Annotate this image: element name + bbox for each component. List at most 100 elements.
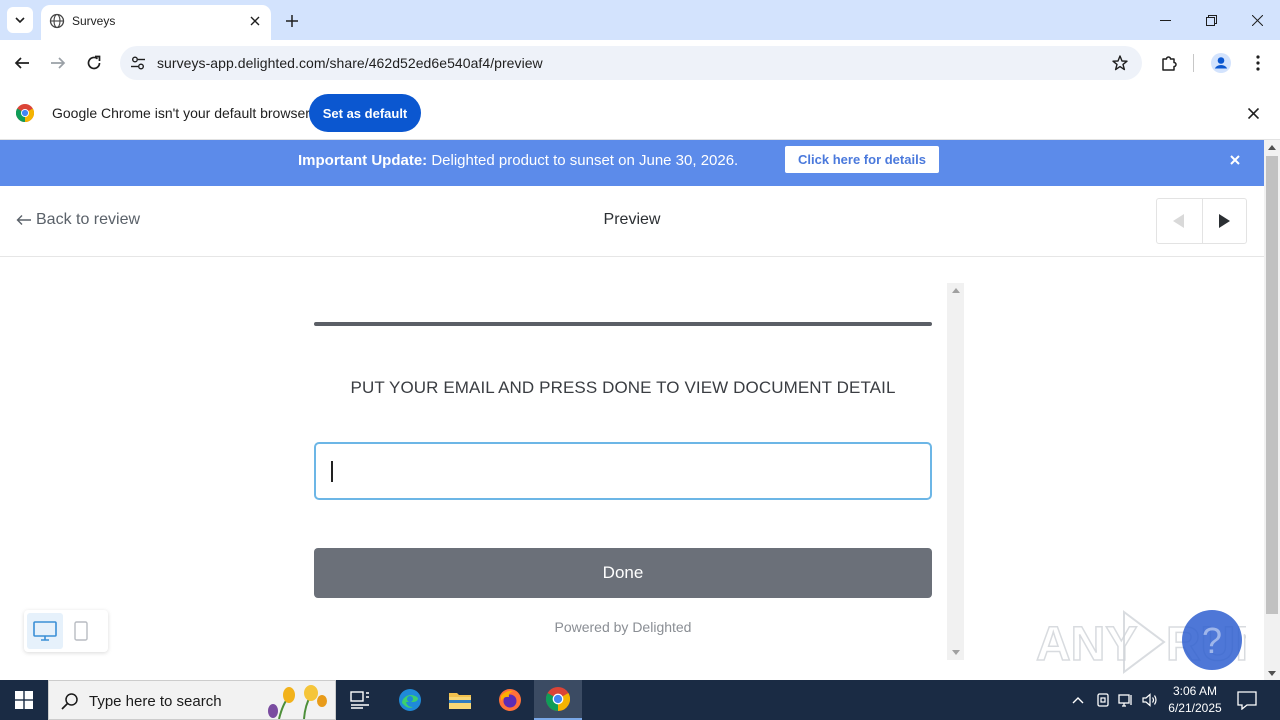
device-toggle — [24, 610, 108, 652]
chrome-logo-icon — [16, 104, 34, 122]
star-icon — [1112, 55, 1128, 71]
browser-tab[interactable]: Surveys — [41, 5, 271, 40]
set-as-default-button[interactable]: Set as default — [309, 94, 421, 132]
banner-close-button[interactable] — [1227, 152, 1243, 168]
extensions-button[interactable] — [1155, 49, 1183, 77]
device-icon — [1097, 693, 1109, 707]
close-icon — [1247, 107, 1259, 119]
task-view-icon — [350, 691, 369, 709]
windows-taskbar: Type here to search 3:06 AM 6/21/2025 — [0, 680, 1280, 720]
tab-close-button[interactable] — [245, 11, 265, 31]
triangle-left-icon — [1173, 214, 1185, 228]
forward-button[interactable] — [44, 49, 72, 77]
tune-icon — [131, 56, 145, 70]
taskbar-search-box[interactable]: Type here to search — [48, 680, 336, 720]
menu-button[interactable] — [1244, 49, 1272, 77]
scrollbar-thumb[interactable] — [1266, 156, 1278, 614]
email-input[interactable] — [314, 442, 932, 500]
page-scrollbar[interactable] — [1264, 140, 1280, 680]
close-icon — [250, 16, 260, 26]
mobile-icon — [74, 621, 88, 641]
edge-icon — [399, 689, 421, 711]
network-button[interactable] — [1118, 692, 1134, 708]
svg-text:ANY: ANY — [1036, 618, 1137, 671]
url-text: surveys-app.delighted.com/share/462d52ed… — [157, 55, 543, 71]
notifications-button[interactable] — [1236, 690, 1258, 711]
new-tab-button[interactable] — [280, 9, 304, 33]
more-vert-icon — [1256, 55, 1260, 71]
restore-icon — [1205, 14, 1217, 26]
chevron-down-icon — [15, 17, 25, 24]
next-question-button[interactable] — [1201, 199, 1247, 243]
anyrun-watermark: ANY RUN ? — [1036, 610, 1246, 674]
powered-by-link[interactable]: Powered by Delighted — [314, 619, 932, 635]
banner-bold: Important Update: — [298, 152, 428, 169]
desktop-preview-button[interactable] — [27, 613, 63, 649]
address-bar[interactable]: surveys-app.delighted.com/share/462d52ed… — [120, 46, 1142, 80]
meet-now-button[interactable] — [1095, 692, 1111, 708]
windows-logo-icon — [15, 691, 33, 709]
reload-icon — [87, 55, 101, 70]
back-button[interactable] — [8, 49, 36, 77]
close-icon — [1230, 155, 1240, 165]
arrow-right-icon — [51, 57, 66, 69]
plus-icon — [286, 15, 298, 27]
firefox-icon — [499, 689, 521, 711]
arrow-left-icon — [14, 57, 29, 69]
page-viewport: Important Update: Delighted product to s… — [0, 140, 1280, 680]
edge-taskbar-button[interactable] — [386, 680, 434, 720]
scroll-down-icon — [1268, 671, 1276, 676]
taskbar-clock[interactable]: 3:06 AM 6/21/2025 — [1166, 683, 1224, 717]
chrome-taskbar-button[interactable] — [534, 680, 582, 720]
chrome-icon — [546, 687, 570, 711]
puzzle-icon — [1162, 56, 1177, 71]
file-explorer-taskbar-button[interactable] — [436, 680, 484, 720]
restore-button[interactable] — [1188, 6, 1234, 34]
notification-icon — [1237, 691, 1257, 711]
browser-toolbar: surveys-app.delighted.com/share/462d52ed… — [0, 40, 1280, 86]
banner-message: Delighted product to sunset on June 30, … — [427, 152, 739, 169]
tab-title: Surveys — [72, 14, 116, 28]
tab-search-button[interactable] — [7, 7, 33, 33]
minimize-button[interactable] — [1142, 6, 1188, 34]
infobar-close-button[interactable] — [1244, 104, 1262, 122]
search-icon — [61, 693, 78, 710]
profile-icon — [1211, 53, 1231, 73]
survey-progress-bar — [314, 322, 932, 326]
window-close-button[interactable] — [1234, 6, 1280, 34]
preview-header: Back to review Preview — [0, 186, 1264, 257]
network-icon — [1118, 694, 1132, 707]
scroll-up-icon — [952, 288, 960, 293]
triangle-right-icon — [1219, 214, 1231, 228]
firefox-taskbar-button[interactable] — [486, 680, 534, 720]
site-info-button[interactable] — [128, 53, 148, 73]
clock-time: 3:06 AM — [1172, 684, 1218, 698]
taskbar-search-placeholder: Type here to search — [89, 693, 222, 710]
profile-button[interactable] — [1207, 49, 1235, 77]
details-button[interactable]: Click here for details — [785, 146, 939, 173]
chevron-up-icon — [1072, 697, 1084, 704]
close-icon — [1251, 14, 1263, 26]
volume-button[interactable] — [1142, 692, 1158, 708]
speaker-icon — [1142, 693, 1157, 707]
sunset-banner: Important Update: Delighted product to s… — [0, 140, 1264, 186]
survey-frame-scrollbar[interactable] — [947, 283, 964, 660]
task-view-button[interactable] — [336, 680, 384, 720]
bookmark-button[interactable] — [1110, 53, 1130, 73]
reload-button[interactable] — [80, 49, 108, 77]
question-pager — [1156, 198, 1247, 244]
mobile-preview-button[interactable] — [63, 613, 99, 649]
default-browser-infobar: Google Chrome isn't your default browser… — [0, 86, 1280, 140]
minimize-icon — [1159, 19, 1171, 21]
start-button[interactable] — [0, 680, 48, 720]
previous-question-button[interactable] — [1157, 199, 1202, 243]
done-button[interactable]: Done — [314, 548, 932, 598]
scroll-up-icon — [1268, 145, 1276, 150]
tray-overflow-button[interactable] — [1070, 692, 1086, 708]
clock-date: 6/21/2025 — [1168, 701, 1222, 715]
toolbar-divider — [1193, 54, 1194, 72]
banner-text: Important Update: Delighted product to s… — [298, 152, 738, 169]
scroll-down-icon — [952, 650, 960, 655]
folder-icon — [449, 693, 471, 709]
desktop-icon — [33, 621, 57, 641]
